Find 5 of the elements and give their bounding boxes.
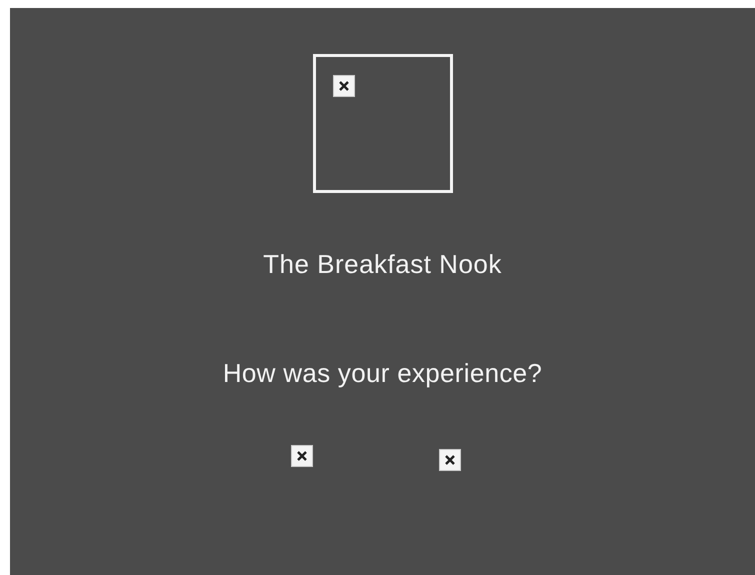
survey-question: How was your experience? — [222, 357, 542, 390]
broken-image-icon — [332, 75, 354, 97]
broken-image-icon[interactable] — [438, 449, 460, 471]
venue-name: The Breakfast Nook — [263, 248, 502, 281]
broken-image-icon[interactable] — [290, 445, 312, 467]
